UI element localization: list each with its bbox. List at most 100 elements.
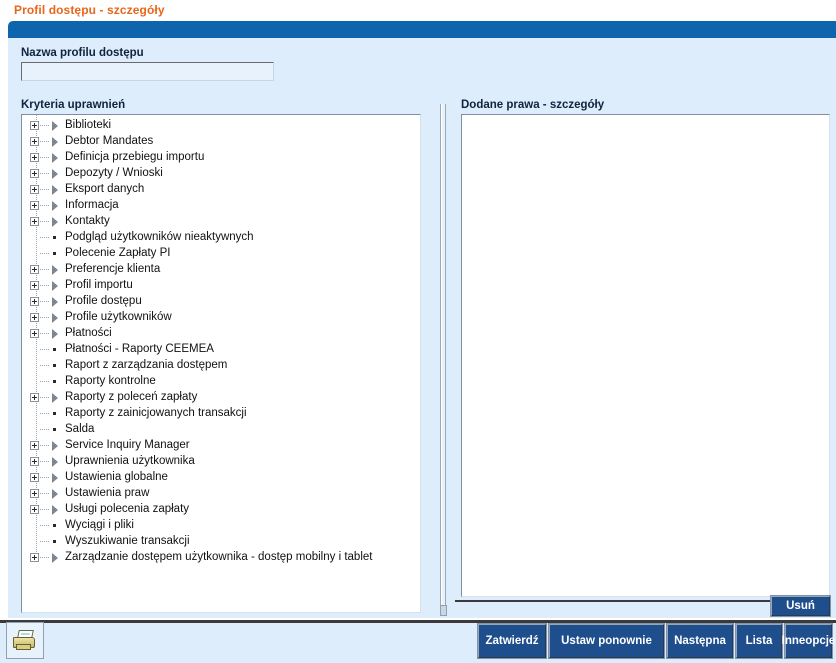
folder-arrow-icon bbox=[52, 456, 60, 467]
tree-item[interactable]: Debtor Mandates bbox=[22, 133, 420, 149]
expand-plus-icon[interactable] bbox=[30, 200, 39, 210]
tree-connector-line bbox=[40, 508, 49, 510]
tree-connector-line bbox=[40, 156, 49, 158]
tree-item-label: Kontakty bbox=[65, 215, 110, 227]
tree-item[interactable]: Informacja bbox=[22, 197, 420, 213]
expand-plus-icon[interactable] bbox=[30, 136, 39, 146]
profile-name-input[interactable] bbox=[21, 62, 274, 81]
folder-arrow-icon bbox=[52, 296, 60, 307]
expand-plus-icon[interactable] bbox=[30, 152, 39, 162]
tree-item[interactable]: Definicja przebiegu importu bbox=[22, 149, 420, 165]
expand-plus-icon[interactable] bbox=[30, 168, 39, 178]
expand-plus-icon[interactable] bbox=[30, 488, 39, 498]
tree-item[interactable]: Ustawienia praw bbox=[22, 485, 420, 501]
tree-item[interactable]: Profile użytkowników bbox=[22, 309, 420, 325]
other-options-line2: opcje bbox=[805, 634, 836, 647]
folder-arrow-icon bbox=[52, 552, 60, 563]
expand-plus-icon[interactable] bbox=[30, 552, 39, 562]
added-rights-box[interactable] bbox=[461, 114, 830, 597]
tree-item[interactable]: Zarządzanie dostępem użytkownika - dostę… bbox=[22, 549, 420, 565]
folder-arrow-icon bbox=[52, 168, 60, 179]
folder-arrow-icon bbox=[52, 504, 60, 515]
next-button[interactable]: Następna bbox=[667, 624, 733, 658]
tree-item[interactable]: Wyciągi i pliki bbox=[22, 517, 420, 533]
expand-plus-icon[interactable] bbox=[30, 392, 39, 402]
tree-item[interactable]: Depozyty / Wnioski bbox=[22, 165, 420, 181]
tree-item[interactable]: Raport z zarządzania dostępem bbox=[22, 357, 420, 373]
folder-arrow-icon bbox=[52, 440, 60, 451]
tree-item[interactable]: Usługi polecenia zapłaty bbox=[22, 501, 420, 517]
folder-arrow-icon bbox=[52, 488, 60, 499]
tree-item[interactable]: Preferencje klienta bbox=[22, 261, 420, 277]
expand-plus-icon[interactable] bbox=[30, 504, 39, 514]
tree-item-label: Profile dostępu bbox=[65, 295, 142, 307]
criteria-tree-list: Biblioteki Debtor Mandates Definicja przeb… bbox=[22, 115, 420, 565]
expand-plus-icon[interactable] bbox=[30, 280, 39, 290]
tree-item-label: Depozyty / Wnioski bbox=[65, 167, 163, 179]
tree-connector-line bbox=[40, 252, 49, 254]
panel-splitter[interactable] bbox=[438, 104, 448, 616]
tree-item[interactable]: Raporty z poleceń zapłaty bbox=[22, 389, 420, 405]
tree-item[interactable]: Raporty kontrolne bbox=[22, 373, 420, 389]
folder-arrow-icon bbox=[52, 280, 60, 291]
expand-plus-icon[interactable] bbox=[30, 296, 39, 306]
tree-item[interactable]: Biblioteki bbox=[22, 117, 420, 133]
splitter-bar[interactable] bbox=[440, 104, 446, 616]
tree-item[interactable]: Polecenie Zapłaty PI bbox=[22, 245, 420, 261]
delete-button[interactable]: Usuń bbox=[771, 596, 830, 616]
tree-item-label: Informacja bbox=[65, 199, 119, 211]
tree-item-label: Eksport danych bbox=[65, 183, 145, 195]
tree-item[interactable]: Profil importu bbox=[22, 277, 420, 293]
tree-item[interactable]: Wyszukiwanie transakcji bbox=[22, 533, 420, 549]
criteria-tree-box[interactable]: Biblioteki Debtor Mandates Definicja przeb… bbox=[21, 114, 421, 613]
page-title: Profil dostępu - szczegóły bbox=[14, 3, 165, 17]
tree-item[interactable]: Salda bbox=[22, 421, 420, 437]
expand-plus-icon[interactable] bbox=[30, 184, 39, 194]
splitter-scroll-nub[interactable] bbox=[440, 605, 447, 616]
tree-item[interactable]: Raporty z zainicjowanych transakcji bbox=[22, 405, 420, 421]
tree-item-label: Preferencje klienta bbox=[65, 263, 161, 275]
folder-arrow-icon bbox=[52, 136, 60, 147]
tree-item[interactable]: Kontakty bbox=[22, 213, 420, 229]
reset-button[interactable]: Ustaw ponownie bbox=[549, 624, 664, 658]
tree-connector-line bbox=[40, 284, 49, 286]
confirm-button[interactable]: Zatwierdź bbox=[478, 624, 546, 658]
expand-plus-icon[interactable] bbox=[30, 440, 39, 450]
tree-item[interactable]: Service Inquiry Manager bbox=[22, 437, 420, 453]
tree-connector-line bbox=[40, 380, 49, 382]
tree-item[interactable]: Ustawienia globalne bbox=[22, 469, 420, 485]
header-blue-band bbox=[8, 21, 836, 38]
tree-connector-line bbox=[40, 204, 49, 206]
tree-item[interactable]: Płatności - Raporty CEEMEA bbox=[22, 341, 420, 357]
tree-connector-line bbox=[40, 300, 49, 302]
expand-plus-icon[interactable] bbox=[30, 216, 39, 226]
tree-item[interactable]: Eksport danych bbox=[22, 181, 420, 197]
tree-connector-line bbox=[40, 236, 49, 238]
tree-item[interactable]: Podgląd użytkowników nieaktywnych bbox=[22, 229, 420, 245]
folder-arrow-icon bbox=[52, 472, 60, 483]
expand-plus-icon[interactable] bbox=[30, 456, 39, 466]
tree-item-label: Płatności bbox=[65, 327, 112, 339]
bullet-icon bbox=[52, 520, 60, 531]
tree-connector-line bbox=[40, 220, 49, 222]
expand-plus-icon[interactable] bbox=[30, 264, 39, 274]
bullet-icon bbox=[52, 232, 60, 243]
tree-item-label: Raporty z zainicjowanych transakcji bbox=[65, 407, 247, 419]
print-button[interactable] bbox=[6, 622, 44, 659]
expand-plus-icon[interactable] bbox=[30, 472, 39, 482]
tree-connector-line bbox=[40, 524, 49, 526]
tree-item[interactable]: Profile dostępu bbox=[22, 293, 420, 309]
tree-item-label: Ustawienia praw bbox=[65, 487, 150, 499]
tree-item[interactable]: Płatności bbox=[22, 325, 420, 341]
expand-plus-icon[interactable] bbox=[30, 328, 39, 338]
expand-plus-icon[interactable] bbox=[30, 120, 39, 130]
tree-item-label: Raport z zarządzania dostępem bbox=[65, 359, 228, 371]
bullet-icon bbox=[52, 360, 60, 371]
other-options-button[interactable]: Inne opcje bbox=[782, 624, 836, 658]
tree-item-label: Polecenie Zapłaty PI bbox=[65, 247, 171, 259]
tree-item-label: Raporty z poleceń zapłaty bbox=[65, 391, 198, 403]
list-button[interactable]: Lista bbox=[736, 624, 782, 658]
tree-item-label: Salda bbox=[65, 423, 95, 435]
expand-plus-icon[interactable] bbox=[30, 312, 39, 322]
tree-item[interactable]: Uprawnienia użytkownika bbox=[22, 453, 420, 469]
